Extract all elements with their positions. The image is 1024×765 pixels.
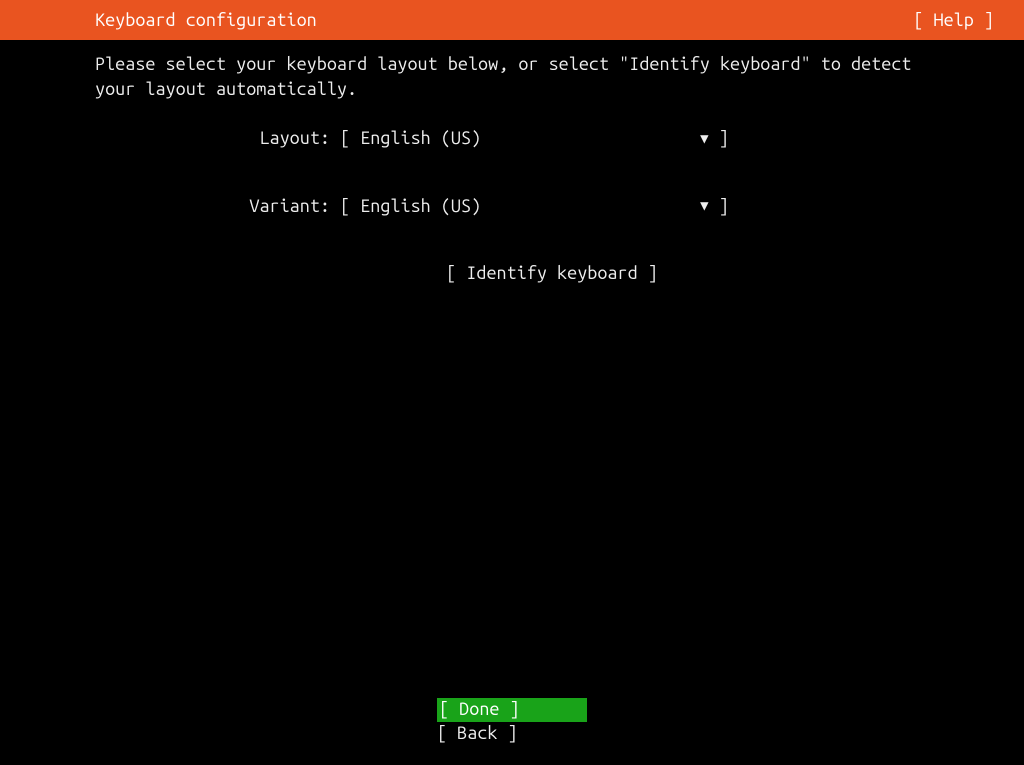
variant-value: English (US) (360, 194, 700, 219)
help-button[interactable]: [ Help ] (913, 10, 994, 30)
layout-select[interactable]: [ English (US) ▼ ] (340, 126, 729, 151)
instructions-text: Please select your keyboard layout below… (95, 52, 929, 102)
main-content: Please select your keyboard layout below… (0, 40, 1024, 286)
layout-bracket-close: ] (709, 126, 729, 151)
variant-label: Variant: (245, 194, 340, 219)
variant-bracket-open: [ (340, 194, 360, 219)
page-title: Keyboard configuration (95, 10, 317, 30)
layout-value: English (US) (360, 126, 700, 151)
variant-row: Variant: [ English (US) ▼ ] (95, 194, 929, 219)
chevron-down-icon: ▼ (700, 129, 708, 149)
chevron-down-icon: ▼ (700, 196, 708, 216)
header-bar: Keyboard configuration [ Help ] (0, 0, 1024, 40)
identify-row: [ Identify keyboard ] (95, 261, 929, 286)
layout-label: Layout: (245, 126, 340, 151)
identify-keyboard-button[interactable]: [ Identify keyboard ] (446, 263, 658, 283)
footer-buttons: [ Done ] [ Back ] (0, 698, 1024, 745)
layout-row: Layout: [ English (US) ▼ ] (95, 126, 929, 151)
back-button[interactable]: [ Back ] (437, 722, 587, 745)
done-button[interactable]: [ Done ] (437, 698, 587, 721)
variant-bracket-close: ] (709, 194, 729, 219)
layout-bracket-open: [ (340, 126, 360, 151)
variant-select[interactable]: [ English (US) ▼ ] (340, 194, 729, 219)
